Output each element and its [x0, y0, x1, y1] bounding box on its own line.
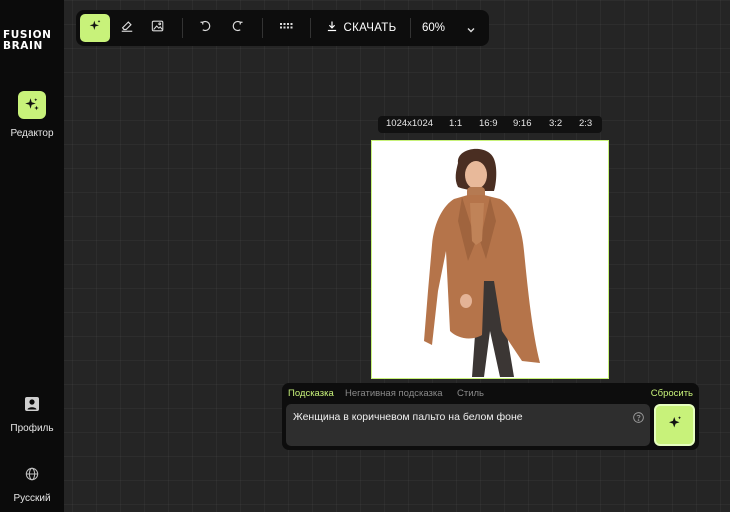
sparkle-icon — [666, 414, 684, 437]
tab-style[interactable]: Стиль — [457, 388, 484, 399]
prompt-panel: Подсказка Негативная подсказка Стиль Сбр… — [282, 383, 699, 450]
undo-button[interactable] — [194, 14, 216, 42]
download-icon — [326, 19, 338, 37]
sparkle-icon — [18, 91, 46, 119]
download-button[interactable]: СКАЧАТЬ — [325, 14, 397, 42]
prompt-text: Женщина в коричневом пальто на белом фон… — [293, 411, 523, 423]
sidebar-item-language[interactable]: Русский — [0, 464, 64, 504]
person-icon — [22, 394, 42, 414]
sidebar-item-editor[interactable]: Редактор — [0, 91, 64, 139]
generate-tool-button[interactable] — [80, 14, 110, 42]
zoom-value: 60% — [422, 22, 446, 34]
toolbar: СКАЧАТЬ 60% — [76, 10, 489, 46]
ratio-9-16-option[interactable]: 9:16 — [513, 118, 532, 129]
ratio-size-option[interactable]: 1024x1024 — [386, 118, 433, 129]
sidebar-item-label: Редактор — [10, 128, 54, 139]
image-edit-icon — [151, 19, 165, 38]
generate-button[interactable] — [654, 404, 695, 446]
eraser-tool-button[interactable] — [116, 14, 138, 42]
download-label: СКАЧАТЬ — [343, 22, 397, 34]
zoom-dropdown[interactable]: 60% — [422, 14, 482, 42]
eraser-icon — [120, 19, 134, 38]
aspect-ratio-selector: 1024x1024 1:1 16:9 9:16 3:2 2:3 — [378, 116, 602, 133]
toolbar-divider — [262, 18, 263, 38]
redo-icon — [232, 19, 244, 37]
reset-button[interactable]: Сбросить — [651, 388, 693, 399]
toolbar-divider — [410, 18, 411, 38]
ratio-2-3-option[interactable]: 2:3 — [579, 118, 592, 129]
generated-image[interactable] — [371, 140, 609, 379]
toolbar-divider — [182, 18, 183, 38]
sidebar-item-profile[interactable]: Профиль — [0, 394, 64, 434]
fusion-brain-logo[interactable]: FUSION BRAIN — [3, 30, 53, 52]
prompt-input[interactable]: Женщина в коричневом пальто на белом фон… — [286, 404, 650, 446]
sparkle-icon — [87, 18, 103, 39]
undo-icon — [199, 19, 211, 37]
sidebar-item-label: Русский — [13, 493, 51, 504]
ratio-1-1-option[interactable]: 1:1 — [449, 118, 462, 129]
image-edit-tool-button[interactable] — [147, 14, 169, 42]
sidebar-item-label: Профиль — [10, 423, 54, 434]
logo-line-2: BRAIN — [3, 40, 43, 52]
ratio-16-9-option[interactable]: 16:9 — [479, 118, 498, 129]
keyboard-shortcuts-button[interactable] — [274, 14, 298, 42]
redo-button[interactable] — [227, 14, 249, 42]
tab-prompt[interactable]: Подсказка — [288, 388, 334, 399]
keyboard-icon — [279, 19, 293, 37]
sidebar: FUSION BRAIN Редактор Профиль Русский — [0, 0, 64, 512]
chevron-down-icon — [466, 22, 476, 40]
ratio-3-2-option[interactable]: 3:2 — [549, 118, 562, 129]
toolbar-divider — [310, 18, 311, 38]
globe-icon — [22, 464, 42, 484]
help-icon[interactable] — [633, 410, 644, 423]
tab-negative-prompt[interactable]: Негативная подсказка — [345, 388, 443, 399]
